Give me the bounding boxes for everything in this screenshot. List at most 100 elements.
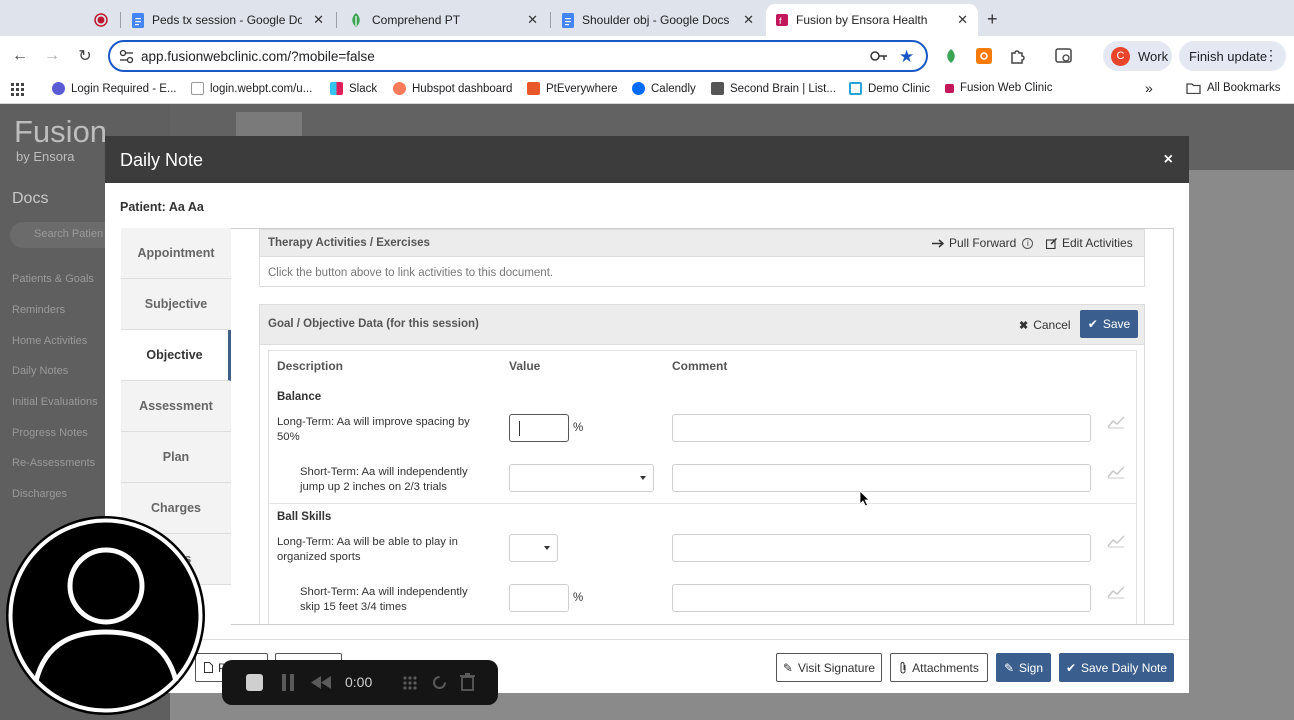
trend-chart-icon[interactable] xyxy=(1107,534,1125,548)
more-menu-icon[interactable]: ⋮ xyxy=(1264,47,1278,64)
bookmark-hubspot[interactable]: Hubspot dashboard xyxy=(393,82,512,95)
bookmark-login-required[interactable]: Login Required - E... xyxy=(52,82,176,95)
goal-table: Description Value Comment Balance Long-T… xyxy=(268,350,1137,624)
value-input[interactable] xyxy=(509,414,569,442)
app-logo-sub: by Ensora xyxy=(16,149,75,164)
goal-description: Long-Term: Aa will be able to play in or… xyxy=(277,536,458,563)
bookmark-pteverywhere[interactable]: PtEverywhere xyxy=(527,82,618,95)
bookmark-slack[interactable]: Slack xyxy=(330,82,377,95)
tab-recording[interactable] xyxy=(84,4,120,36)
tab-search-icon[interactable] xyxy=(1055,48,1073,64)
tab-objective[interactable]: Objective xyxy=(121,330,231,381)
value-select[interactable] xyxy=(509,464,654,492)
sign-button[interactable]: ✎ Sign xyxy=(996,653,1051,682)
new-tab-button[interactable]: + xyxy=(987,9,998,30)
trend-chart-icon[interactable] xyxy=(1107,465,1125,479)
close-tab-icon[interactable]: ✕ xyxy=(957,12,968,28)
comment-input[interactable] xyxy=(672,584,1091,612)
tab-title: Shoulder obj - Google Docs xyxy=(582,13,730,27)
close-tab-icon[interactable]: ✕ xyxy=(313,12,324,28)
save-daily-note-button[interactable]: ✔ Save Daily Note xyxy=(1059,653,1174,682)
value-select[interactable] xyxy=(509,534,558,562)
site-info-icon[interactable] xyxy=(119,49,134,64)
grid-icon[interactable] xyxy=(402,675,418,691)
bookmark-demo-clinic[interactable]: Demo Clinic xyxy=(849,82,930,95)
comment-input[interactable] xyxy=(672,534,1091,562)
arrow-right-icon xyxy=(932,238,944,248)
google-docs-icon xyxy=(562,12,574,28)
trash-icon[interactable] xyxy=(460,673,475,691)
tab-shoulder-obj[interactable]: Shoulder obj - Google Docs ✕ xyxy=(552,4,764,36)
back-icon[interactable]: ← xyxy=(9,45,31,67)
check-icon: ✔ xyxy=(1087,317,1098,331)
tab-assessment[interactable]: Assessment xyxy=(121,381,231,432)
trend-chart-icon[interactable] xyxy=(1107,585,1125,599)
comment-input[interactable] xyxy=(672,414,1091,442)
folder-icon xyxy=(1186,82,1201,94)
apps-grid-icon[interactable] xyxy=(11,83,24,96)
pull-forward-button[interactable]: Pull Forward i xyxy=(932,236,1034,250)
comment-input[interactable] xyxy=(672,464,1091,492)
address-bar[interactable]: app.fusionwebclinic.com/?mobile=false ★ xyxy=(108,40,928,72)
reload-icon[interactable]: ↻ xyxy=(74,45,96,67)
visit-signature-button[interactable]: ✎ Visit Signature xyxy=(776,653,882,682)
chevron-down-icon xyxy=(640,476,646,480)
tab-appointment[interactable]: Appointment xyxy=(121,228,231,279)
close-icon[interactable]: × xyxy=(1164,151,1173,169)
sidebar-link[interactable]: Re-Assessments xyxy=(12,457,95,469)
bookmark-fusion-web-clinic[interactable]: Fusion Web Clinic xyxy=(945,82,1052,94)
forward-icon[interactable]: → xyxy=(41,45,63,67)
bookmark-second-brain[interactable]: Second Brain | List... xyxy=(711,82,836,95)
sidebar-link[interactable]: Discharges xyxy=(12,488,67,500)
attachments-button[interactable]: Attachments xyxy=(890,653,988,682)
restart-icon[interactable] xyxy=(431,674,448,691)
rewind-icon[interactable] xyxy=(311,676,331,689)
more-bookmarks-icon[interactable]: » xyxy=(1145,80,1153,96)
cancel-button[interactable]: ✖ Cancel xyxy=(1019,318,1071,332)
fusion-icon: f xyxy=(776,14,788,26)
tab-peds-tx-session[interactable]: Peds tx session - Google Doc ✕ xyxy=(122,4,334,36)
sidebar-link[interactable]: Reminders xyxy=(12,304,65,316)
stop-icon[interactable] xyxy=(246,674,263,691)
notion-icon xyxy=(711,82,724,95)
profile-button[interactable]: C Work xyxy=(1103,41,1172,71)
sidebar-link[interactable]: Initial Evaluations xyxy=(12,396,98,408)
app-logo: Fusion xyxy=(14,114,108,149)
extensions-puzzle-icon[interactable] xyxy=(1009,47,1027,65)
slack-icon xyxy=(330,82,343,95)
tab-title: Peds tx session - Google Doc xyxy=(152,13,302,27)
sidebar-link[interactable]: Daily Notes xyxy=(12,365,68,377)
pause-icon[interactable] xyxy=(281,674,295,691)
tab-fusion[interactable]: f Fusion by Ensora Health ✕ xyxy=(766,4,978,36)
pencil-icon: ✎ xyxy=(1003,660,1015,675)
trend-chart-icon[interactable] xyxy=(1107,415,1125,429)
password-key-icon[interactable] xyxy=(870,50,888,62)
save-button[interactable]: ✔ Save xyxy=(1080,310,1138,338)
extension-comprehend-icon[interactable] xyxy=(943,48,959,64)
record-icon xyxy=(94,13,108,27)
goal-description: Short-Term: Aa will independently skip 1… xyxy=(300,586,468,613)
sidebar-link[interactable]: Progress Notes xyxy=(12,427,88,439)
bookmark-star-icon[interactable]: ★ xyxy=(899,47,914,67)
sidebar-link[interactable]: Patients & Goals xyxy=(12,273,94,285)
close-tab-icon[interactable]: ✕ xyxy=(527,12,538,28)
recording-timer: 0:00 xyxy=(345,674,373,690)
goal-description: Short-Term: Aa will independently jump u… xyxy=(300,466,468,493)
bookmark-calendly[interactable]: Calendly xyxy=(632,82,696,95)
tab-plan[interactable]: Plan xyxy=(121,432,231,483)
value-input[interactable] xyxy=(509,584,569,612)
tab-subjective[interactable]: Subjective xyxy=(121,279,231,330)
hubspot-icon xyxy=(393,82,406,95)
finish-update-button[interactable]: Finish update ⋮ xyxy=(1179,41,1286,71)
unit-label: % xyxy=(573,592,584,604)
edit-activities-button[interactable]: Edit Activities xyxy=(1046,236,1133,250)
sidebar-link[interactable]: Home Activities xyxy=(12,335,87,347)
bookmark-webpt-login[interactable]: login.webpt.com/u... xyxy=(191,82,312,95)
profile-label: Work xyxy=(1138,48,1169,64)
recording-controls: 0:00 xyxy=(222,660,498,705)
close-tab-icon[interactable]: ✕ xyxy=(743,12,754,28)
info-icon[interactable]: i xyxy=(1022,237,1034,249)
all-bookmarks[interactable]: All Bookmarks xyxy=(1186,82,1281,94)
tab-comprehend-pt[interactable]: Comprehend PT ✕ xyxy=(338,4,548,36)
extension-hubspot-icon[interactable] xyxy=(976,48,992,64)
